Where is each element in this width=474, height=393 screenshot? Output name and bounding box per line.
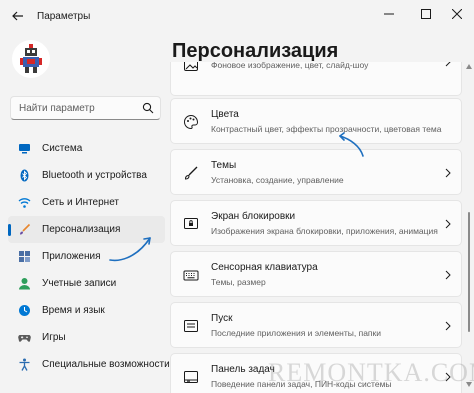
brush-icon — [184, 166, 198, 180]
account-name-redacted — [60, 48, 150, 58]
sidebar-item-time-language[interactable]: Время и язык — [8, 297, 165, 324]
search-icon — [142, 102, 154, 114]
sidebar-item-label: Время и язык — [42, 305, 105, 316]
card-background[interactable]: Фоновое изображение, цвет, слайд-шоу — [170, 62, 462, 96]
card-title: Панель задач — [211, 364, 275, 375]
card-subtitle: Фоновое изображение, цвет, слайд-шоу — [211, 62, 369, 70]
card-colors[interactable]: Цвета Контрастный цвет, эффекты прозрачн… — [170, 98, 462, 144]
chevron-right-icon — [445, 219, 451, 229]
sidebar-item-network[interactable]: Сеть и Интернет — [8, 189, 165, 216]
sidebar-item-label: Игры — [42, 332, 66, 343]
title-bar: Параметры — [0, 0, 474, 34]
card-title: Пуск — [211, 313, 233, 324]
card-touch-keyboard[interactable]: Сенсорная клавиатура Темы, размер — [170, 251, 462, 297]
close-button[interactable] — [440, 2, 474, 26]
scroll-thumb[interactable] — [468, 212, 470, 332]
card-title: Темы — [211, 160, 237, 171]
apps-icon — [19, 251, 30, 262]
gamepad-icon — [18, 335, 31, 342]
search-placeholder: Найти параметр — [19, 103, 95, 114]
sidebar-nav: Система Bluetooth и устройства Сеть и Ин… — [8, 135, 170, 378]
card-title: Цвета — [211, 109, 239, 120]
card-start[interactable]: Пуск Последние приложения и элементы, па… — [170, 302, 462, 348]
avatar[interactable] — [12, 40, 50, 78]
minimize-icon — [384, 13, 394, 15]
sidebar-item-gaming[interactable]: Игры — [8, 324, 165, 351]
sidebar-item-label: Bluetooth и устройства — [42, 170, 147, 181]
image-icon — [184, 62, 198, 71]
card-subtitle: Последние приложения и элементы, папки — [211, 328, 381, 338]
sidebar-item-label: Учетные записи — [42, 278, 117, 289]
close-icon — [452, 9, 462, 19]
sidebar-item-label: Приложения — [42, 251, 101, 262]
wifi-icon — [18, 198, 31, 208]
brush-icon — [20, 223, 31, 235]
chevron-right-icon — [445, 321, 451, 331]
card-subtitle: Установка, создание, управление — [211, 175, 344, 185]
card-subtitle: Контрастный цвет, эффекты прозрачности, … — [211, 124, 442, 134]
sidebar-item-accounts[interactable]: Учетные записи — [8, 270, 165, 297]
lock-screen-icon — [184, 218, 198, 229]
sidebar-item-accessibility[interactable]: Специальные возможности — [8, 351, 170, 378]
card-title: Сенсорная клавиатура — [211, 262, 318, 273]
sidebar-item-apps[interactable]: Приложения — [8, 243, 165, 270]
robot-avatar-icon — [20, 44, 42, 73]
card-subtitle: Изображения экрана блокировки, приложени… — [211, 226, 438, 236]
accessibility-icon — [19, 358, 30, 371]
settings-list: Фоновое изображение, цвет, слайд-шоу Цве… — [170, 62, 462, 393]
sidebar-item-personalization[interactable]: Персонализация — [8, 216, 165, 243]
card-themes[interactable]: Темы Установка, создание, управление — [170, 149, 462, 195]
card-lock-screen[interactable]: Экран блокировки Изображения экрана блок… — [170, 200, 462, 246]
account-icon — [19, 278, 30, 290]
minimize-button[interactable] — [372, 2, 406, 26]
sidebar-item-system[interactable]: Система — [8, 135, 165, 162]
maximize-icon — [421, 9, 431, 19]
card-subtitle: Темы, размер — [211, 277, 266, 287]
taskbar-icon — [184, 371, 198, 383]
active-indicator — [8, 224, 11, 236]
system-icon — [19, 144, 30, 154]
sidebar-item-bluetooth[interactable]: Bluetooth и устройства — [8, 162, 165, 189]
chevron-right-icon — [445, 168, 451, 178]
sidebar-item-label: Сеть и Интернет — [42, 197, 120, 208]
globe-clock-icon — [19, 305, 30, 316]
page-title: Персонализация — [172, 40, 339, 62]
window-title: Параметры — [37, 11, 91, 22]
scroll-up-icon[interactable] — [466, 64, 472, 69]
keyboard-icon — [183, 270, 199, 281]
sidebar-item-label: Система — [42, 143, 83, 154]
card-title: Экран блокировки — [211, 211, 296, 222]
sidebar-item-label: Персонализация — [42, 224, 121, 235]
back-arrow-icon[interactable] — [10, 8, 26, 24]
bluetooth-icon — [20, 169, 29, 182]
sidebar-item-label: Специальные возможности — [42, 359, 170, 370]
start-menu-icon — [184, 320, 198, 332]
chevron-right-icon — [445, 270, 451, 280]
maximize-button[interactable] — [409, 2, 443, 26]
palette-icon — [184, 114, 199, 130]
chevron-right-icon — [445, 62, 451, 67]
watermark: REMONTKA.COM — [268, 358, 474, 387]
search-input[interactable]: Найти параметр — [10, 96, 161, 120]
